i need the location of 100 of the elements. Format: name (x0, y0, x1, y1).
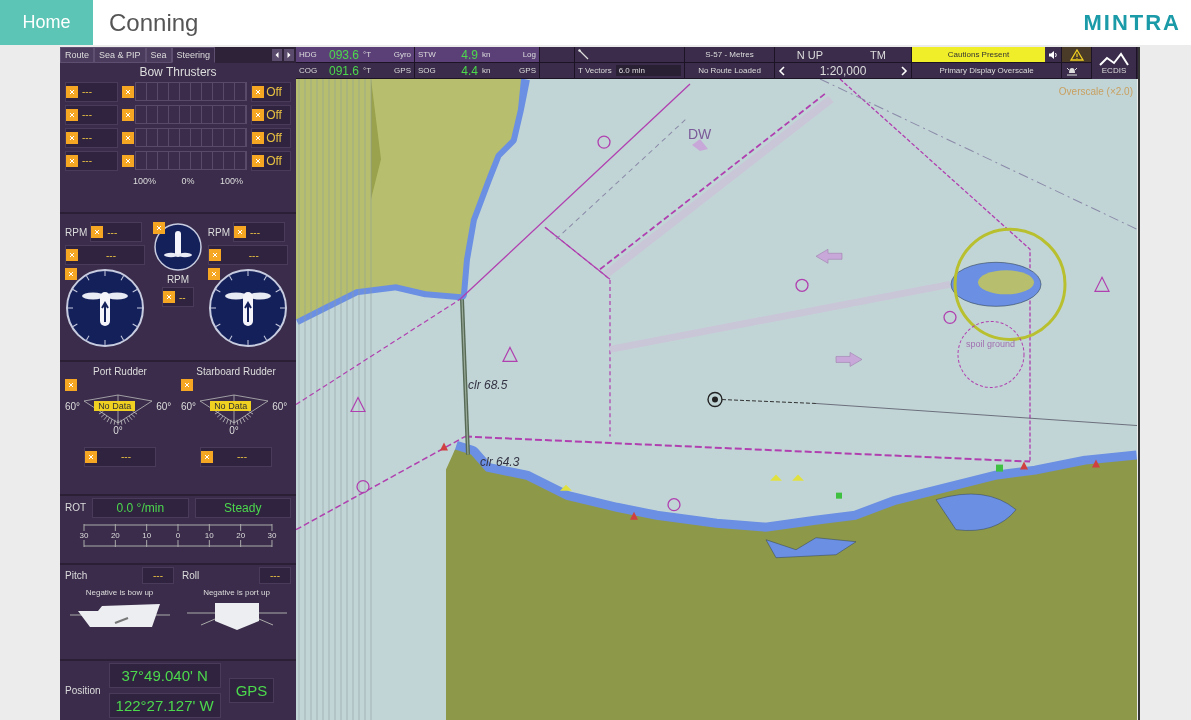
area-boundary (957, 320, 1025, 388)
readout-value: -- (179, 291, 186, 303)
scale-label: 20 (235, 530, 247, 540)
readout-label: HDG (299, 50, 318, 59)
readout-value: --- (106, 249, 116, 261)
status-label: No Data (94, 400, 136, 411)
angle-label: 60° (156, 400, 172, 412)
angle-label: 60° (272, 400, 288, 412)
thruster-state: Off (266, 84, 282, 99)
panel-tab[interactable]: Sea (145, 47, 172, 63)
rpm-label: RPM (166, 274, 190, 286)
alarm-x-icon (234, 226, 246, 239)
scale-label: 30 (266, 530, 278, 540)
scale-label: 0 (174, 530, 182, 540)
panel-tab[interactable]: Sea & PIP (94, 47, 146, 63)
speaker-icon[interactable] (1048, 49, 1058, 60)
caution-banner[interactable]: Cautions Present (912, 47, 1045, 63)
alarm-x-icon (153, 222, 165, 235)
thruster-state: Off (266, 153, 282, 168)
position-source: GPS (228, 678, 275, 703)
motion-mode-button[interactable]: TM (845, 47, 911, 63)
readout-value: 091.6 (327, 63, 359, 78)
vector-line-icon[interactable] (578, 48, 590, 61)
rpm-label: RPM (207, 226, 230, 238)
angle-label: 60° (65, 400, 81, 412)
unit-label: °T (363, 66, 373, 75)
alarm-x-icon (122, 85, 135, 98)
alarm-x-icon (122, 131, 135, 144)
panel-tab[interactable]: Route (60, 47, 95, 63)
brand-logo: MINTRA (1083, 9, 1181, 36)
unit-label: kn (482, 50, 492, 59)
chevron-left-icon[interactable] (778, 65, 786, 76)
chart-format-button[interactable]: S-57 - Metres (685, 47, 774, 63)
angle-label: 60° (181, 400, 197, 412)
source-label: Gyro (393, 50, 411, 59)
alarm-x-icon (85, 450, 97, 463)
unit-label: kn (482, 66, 492, 75)
panel-tab[interactable]: Steering (171, 47, 216, 63)
readout-value: --- (107, 226, 118, 238)
alarm-x-icon (122, 108, 135, 121)
thruster-state: Off (266, 107, 282, 122)
area-label: spoil ground (966, 339, 1015, 350)
alarm-x-icon (91, 226, 104, 239)
readout-value: --- (259, 567, 291, 585)
propeller-dial-drawing (153, 222, 203, 273)
warning-icon[interactable] (1069, 48, 1084, 61)
alarm-x-icon (66, 249, 78, 262)
readout-value: --- (250, 226, 260, 238)
angle-label: 0° (229, 424, 239, 436)
alarm-x-icon (252, 131, 265, 144)
rudder-label: Starboard Rudder (195, 365, 277, 377)
alarm-x-icon (66, 85, 78, 98)
alarm-x-icon (252, 85, 265, 98)
source-label: GPS (394, 66, 411, 75)
scale-label: 100% (219, 175, 243, 186)
vector-time-field[interactable]: 6.0 min (615, 65, 681, 76)
vectors-label: T Vectors (578, 66, 612, 75)
readout-label: STW (418, 50, 437, 59)
clearance-label: clr 64.3 (480, 454, 520, 469)
scroll-left-icon[interactable] (272, 48, 282, 61)
source-label: GPS (519, 66, 536, 75)
readout-label: SOG (418, 66, 437, 75)
angle-label: 0° (113, 424, 123, 436)
thruster-state: Off (266, 130, 282, 145)
source-label: Log (522, 50, 536, 59)
attitude-label: Pitch (65, 570, 88, 582)
chevron-right-icon[interactable] (900, 65, 908, 76)
readout-value: 4.9 (460, 47, 478, 62)
turn-status: Steady (194, 497, 291, 518)
sign-note: Negative is bow up (85, 588, 154, 598)
readout-value: --- (82, 155, 92, 167)
position-label: Position (65, 685, 101, 696)
rate-of-turn-value: 0.0 °/min (92, 497, 189, 518)
readout-value: --- (248, 249, 259, 261)
ecdis-label: ECDIS (1101, 65, 1127, 75)
route-button[interactable]: No Route Loaded (685, 63, 774, 79)
readout-value: 093.6 (327, 47, 359, 62)
status-label: No Data (210, 400, 252, 411)
alarm-x-icon (252, 154, 265, 167)
alarm-x-icon (252, 108, 265, 121)
alarm-x-icon (66, 131, 78, 144)
scale-label: 10 (141, 530, 153, 540)
scale-label: 0% (181, 175, 195, 186)
scale-label: 20 (109, 530, 121, 540)
alarm-x-icon (65, 268, 77, 281)
display-status: Primary Display Overscale (912, 63, 1061, 79)
scale-label: 100% (133, 175, 157, 186)
alarm-x-icon (66, 108, 78, 121)
alarm-x-icon (122, 154, 135, 167)
clearance-label: clr 68.5 (468, 378, 508, 393)
overscale-label: Overscale (×2.0) (1058, 86, 1133, 98)
readout-value: --- (82, 132, 92, 144)
alarm-x-icon (207, 268, 220, 281)
latitude-value: 37°49.040' N (108, 663, 221, 688)
orientation-button[interactable]: N UP (775, 47, 845, 63)
section-title: Bow Thrusters (138, 64, 218, 79)
readout-value: --- (82, 86, 92, 98)
scale-label: 10 (203, 530, 215, 540)
chart-scale: 1:20,000 (819, 63, 867, 78)
scroll-right-icon[interactable] (284, 48, 294, 61)
